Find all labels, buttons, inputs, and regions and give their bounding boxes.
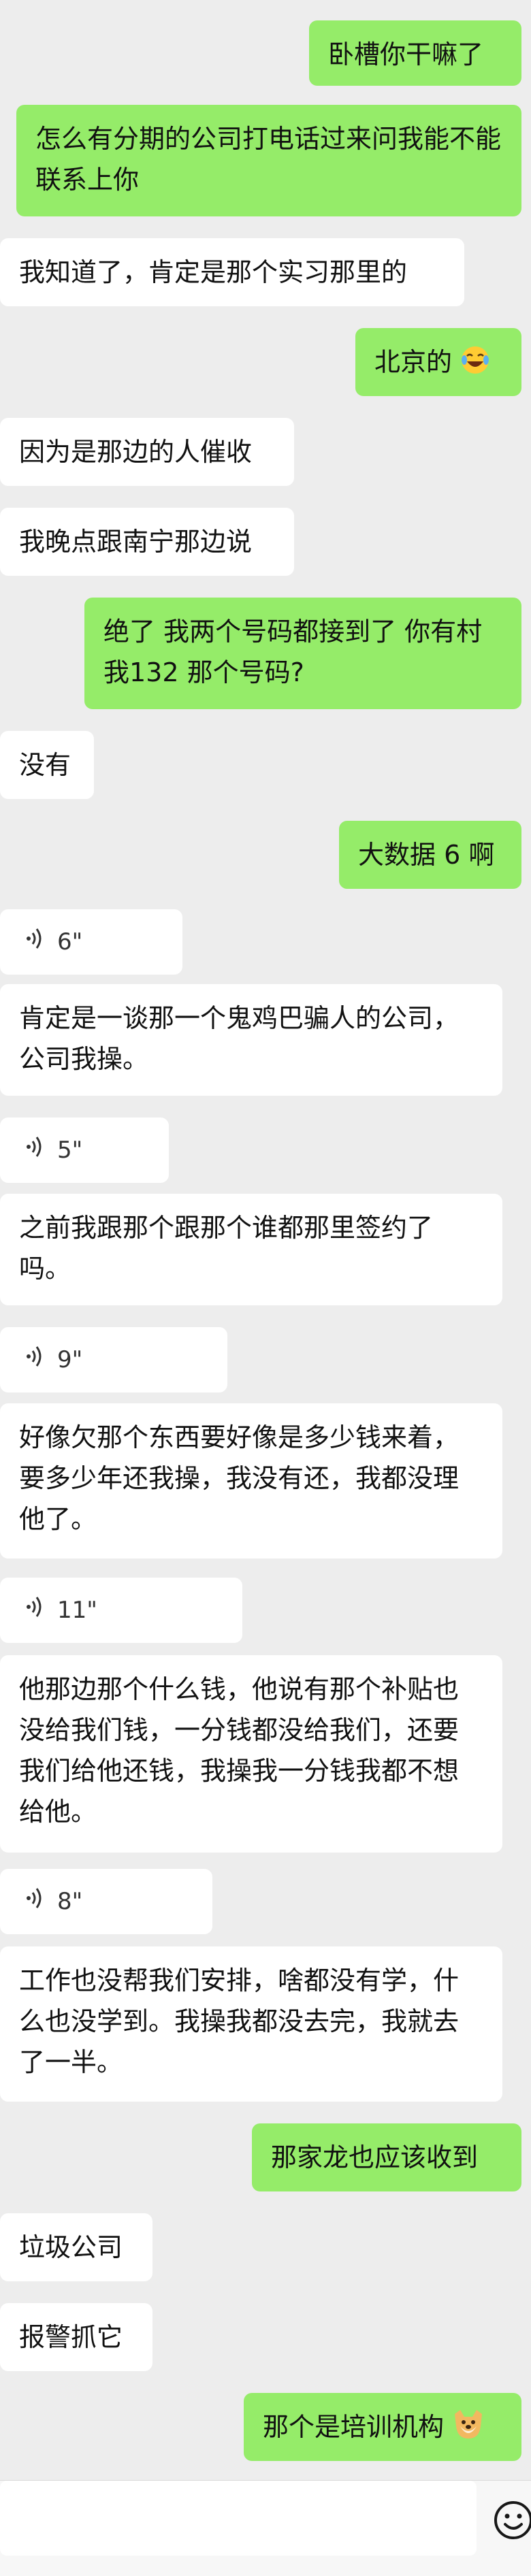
voice-duration: 6" [57, 928, 83, 956]
message-text: 卧槽你干嘛了 [328, 39, 484, 69]
smiley-face-icon[interactable] [493, 2500, 531, 2543]
message-text: 我晚点跟南宁那边说 [19, 527, 253, 557]
message-bubble-received[interactable]: 他那边那个什么钱，他说有那个补贴也没给我们钱，一分钱都没给我们，还要我们给他还钱… [0, 1655, 502, 1853]
input-bar [0, 2480, 531, 2576]
message-text: 北京的 [374, 347, 453, 377]
message-text: 大数据 6 啊 [358, 840, 495, 870]
voice-message[interactable]: 5" [0, 1118, 169, 1183]
doge-emoji [452, 2409, 485, 2451]
voice-wave-icon [25, 909, 46, 975]
message-text: 没有 [19, 750, 71, 780]
message-bubble-sent[interactable]: 绝了 我两个号码都接到了 你有村我132 那个号码? [84, 598, 521, 709]
message-text: 我知道了，肯定是那个实习那里的 [19, 257, 408, 287]
message-bubble-received[interactable]: 没有 [0, 731, 94, 799]
voice-wave-icon [25, 1869, 46, 1934]
message-text: 工作也没帮我们安排，啥都没有学，什么也没学到。我操我都没去完，我就去了一半。 [19, 1966, 460, 2077]
voice-message[interactable]: 6" [0, 909, 182, 975]
voice-wave-icon [25, 1578, 46, 1643]
message-text: 绝了 我两个号码都接到了 你有村我132 那个号码? [103, 617, 483, 687]
voice-wave-icon [25, 1327, 46, 1392]
message-bubble-received[interactable]: 我晚点跟南宁那边说 [0, 508, 294, 576]
message-bubble-received[interactable]: 之前我跟那个跟那个谁都那里签约了吗。 [0, 1194, 502, 1305]
message-text: 肯定是一谈那一个鬼鸡巴骗人的公司，公司我操。 [19, 1003, 460, 1074]
message-text: 因为是那边的人催收 [19, 437, 253, 467]
message-bubble-sent[interactable]: 卧槽你干嘛了 [309, 20, 521, 86]
voice-duration: 8" [57, 1888, 83, 1915]
message-bubble-received[interactable]: 肯定是一谈那一个鬼鸡巴骗人的公司，公司我操。 [0, 984, 502, 1096]
message-text: 那个是培训机构 [263, 2412, 445, 2442]
tears-of-joy-emoji [460, 345, 490, 387]
message-bubble-received[interactable]: 我知道了，肯定是那个实习那里的 [0, 238, 464, 306]
message-text: 怎么有分期的公司打电话过来问我能不能联系上你 [35, 124, 502, 195]
voice-duration: 9" [57, 1346, 83, 1373]
message-bubble-received[interactable]: 好像欠那个东西要好像是多少钱来着，要多少年还我操，我没有还，我都没理他了。 [0, 1403, 502, 1559]
message-text: 报警抓它 [19, 2322, 123, 2352]
voice-message[interactable]: 9" [0, 1327, 227, 1392]
message-bubble-received[interactable]: 工作也没帮我们安排，啥都没有学，什么也没学到。我操我都没去完，我就去了一半。 [0, 1946, 502, 2102]
message-bubble-sent[interactable]: 那家龙也应该收到 [252, 2123, 521, 2191]
message-input[interactable] [0, 2481, 477, 2556]
message-bubble-received[interactable]: 因为是那边的人催收 [0, 418, 294, 486]
voice-duration: 5" [57, 1137, 83, 1164]
message-bubble-sent[interactable]: 那个是培训机构 [244, 2393, 521, 2461]
voice-message[interactable]: 8" [0, 1869, 212, 1934]
voice-message[interactable]: 11" [0, 1578, 242, 1643]
message-text: 之前我跟那个跟那个谁都那里签约了吗。 [19, 1213, 434, 1284]
message-text: 那家龙也应该收到 [271, 2142, 479, 2172]
message-bubble-sent[interactable]: 北京的 [355, 328, 521, 396]
message-bubble-sent[interactable]: 大数据 6 啊 [339, 821, 521, 889]
message-bubble-received[interactable]: 垃圾公司 [0, 2213, 152, 2281]
voice-wave-icon [25, 1118, 46, 1183]
message-text: 垃圾公司 [19, 2232, 123, 2262]
message-text: 好像欠那个东西要好像是多少钱来着，要多少年还我操，我没有还，我都没理他了。 [19, 1422, 460, 1534]
message-text: 他那边那个什么钱，他说有那个补贴也没给我们钱，一分钱都没给我们，还要我们给他还钱… [19, 1674, 460, 1827]
message-bubble-sent[interactable]: 怎么有分期的公司打电话过来问我能不能联系上你 [16, 105, 521, 216]
message-bubble-received[interactable]: 报警抓它 [0, 2303, 152, 2371]
voice-duration: 11" [57, 1597, 97, 1624]
